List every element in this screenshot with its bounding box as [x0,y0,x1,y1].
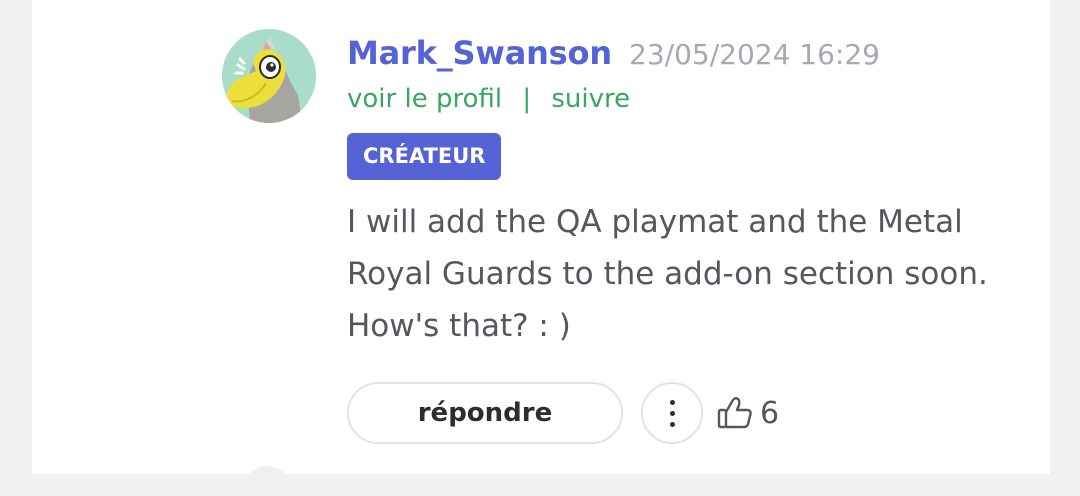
follow-link[interactable]: suivre [551,84,630,114]
like-count: 6 [760,395,780,431]
profile-links: voir le profil | suivre [347,84,630,114]
reply-button[interactable]: répondre [347,382,623,444]
link-separator: | [522,84,532,114]
user-avatar[interactable] [222,29,316,123]
username-link[interactable]: Mark_Swanson [347,34,612,72]
next-comment-avatar [242,466,292,496]
thumbs-up-icon [717,397,752,429]
view-profile-link[interactable]: voir le profil [347,84,502,114]
like-button[interactable]: 6 [716,390,779,436]
vertical-ellipsis-icon [643,384,701,442]
comment-header: Mark_Swanson 23/05/2024 16:29 [347,34,880,72]
more-options-button[interactable] [641,382,703,444]
comment-body: I will add the QA playmat and the Metal … [347,204,988,344]
comment-card: Mark_Swanson 23/05/2024 16:29 voir le pr… [32,0,1050,496]
comment-timestamp: 23/05/2024 16:29 [629,38,880,71]
creator-badge: CRÉATEUR [347,133,502,180]
bird-avatar-icon [222,29,316,123]
